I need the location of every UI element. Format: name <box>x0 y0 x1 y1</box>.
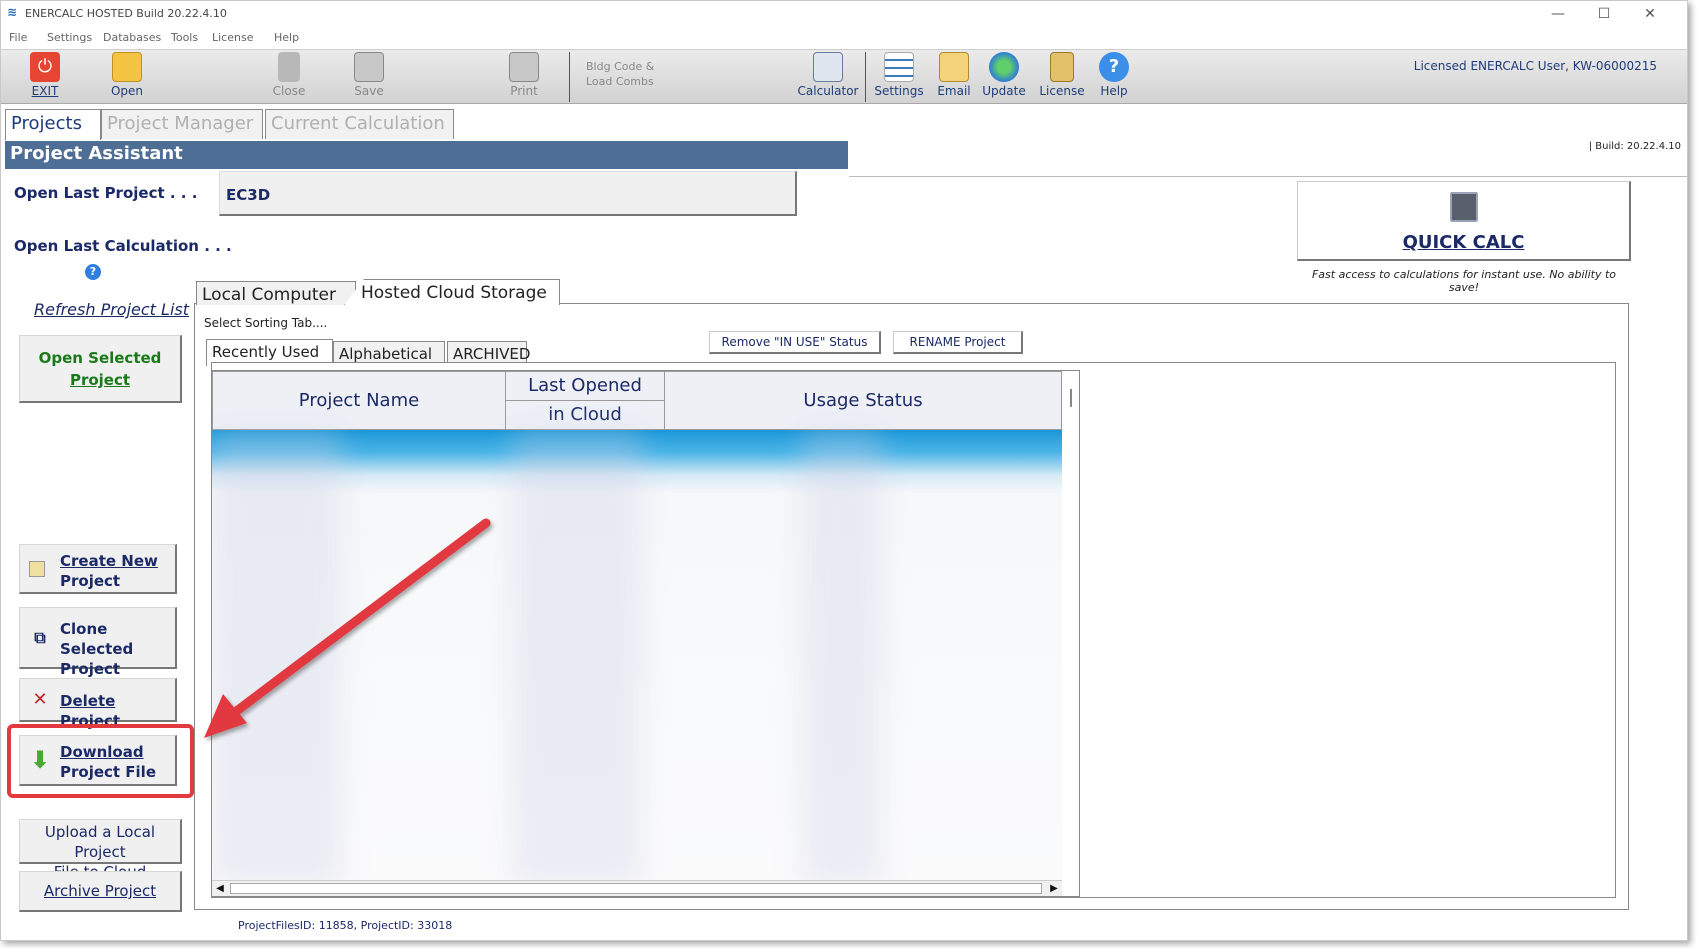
save-button[interactable]: Save <box>349 52 389 98</box>
license-status: Licensed ENERCALC User, KW-06000215 <box>1413 59 1657 73</box>
remove-in-use-button[interactable]: Remove "IN USE" Status <box>709 331 881 354</box>
update-button[interactable]: Update <box>981 52 1027 98</box>
tab-alphabetical[interactable]: Alphabetical <box>333 341 445 364</box>
main-tabs: Projects Project Manager Current Calcula… <box>1 107 1687 140</box>
print-button[interactable]: Print <box>504 52 544 98</box>
scroll-right-icon[interactable]: ▶ <box>1046 881 1062 896</box>
enercalc-logo-icon: ≋ <box>7 5 18 19</box>
last-project-button[interactable]: EC3D <box>219 171 797 216</box>
open-folder-icon <box>112 52 142 82</box>
build-label: | Build: 20.22.4.10 <box>849 141 1687 177</box>
calculator-icon <box>1450 192 1478 222</box>
title-bar: ≋ ENERCALC HOSTED Build 20.22.4.10 — ☐ ✕ <box>1 1 1687 27</box>
delete-x-icon: ✕ <box>32 688 48 710</box>
project-ids: ProjectFilesID: 11858, ProjectID: 33018 <box>238 919 453 932</box>
menu-databases[interactable]: Databases <box>103 31 161 44</box>
menu-tools[interactable]: Tools <box>171 31 198 44</box>
project-assistant-header: Project Assistant <box>5 141 848 169</box>
exit-button[interactable]: ⏻ EXIT <box>25 52 65 98</box>
calculator-icon <box>813 52 843 82</box>
window-title: ENERCALC HOSTED Build 20.22.4.10 <box>25 7 227 20</box>
sorting-label: Select Sorting Tab.... <box>204 316 328 330</box>
power-icon: ⏻ <box>30 52 60 82</box>
tab-current-calculation[interactable]: Current Calculation <box>265 109 454 139</box>
tab-hosted-cloud-storage[interactable]: Hosted Cloud Storage <box>344 279 560 305</box>
settings-button[interactable]: Settings <box>874 52 924 98</box>
menu-file[interactable]: File <box>9 31 27 44</box>
quick-calc-note: Fast access to calculations for instant … <box>1311 268 1617 294</box>
email-button[interactable]: Email <box>934 52 974 98</box>
copy-icon: ⧉ <box>34 627 46 647</box>
upload-local-project-button[interactable]: Upload a Local Project File to Cloud <box>19 819 182 881</box>
toolbar-divider-2 <box>865 52 866 102</box>
menu-bar: File Settings Databases Tools License He… <box>1 27 1687 49</box>
col-last-opened[interactable]: Last Opened <box>505 371 665 401</box>
refresh-project-list-link[interactable]: Refresh Project List <box>34 300 189 319</box>
open-last-project-label: Open Last Project . . . <box>14 184 198 202</box>
delete-project-button[interactable]: ✕ Delete Project <box>19 678 177 730</box>
close-door-icon <box>278 52 300 82</box>
menu-help[interactable]: Help <box>274 31 299 44</box>
app-window: ≋ ENERCALC HOSTED Build 20.22.4.10 — ☐ ✕… <box>0 0 1688 941</box>
tab-archived[interactable]: ARCHIVED <box>447 341 530 364</box>
open-last-calc-label: Open Last Calculation . . . <box>14 237 232 255</box>
col-last-opened-sub: in Cloud <box>505 400 665 430</box>
new-project-icon <box>29 560 45 577</box>
tab-local-computer[interactable]: Local Computer <box>196 281 356 305</box>
menu-license[interactable]: License <box>212 31 253 44</box>
license-button[interactable]: License <box>1038 52 1086 98</box>
globe-icon <box>989 52 1019 82</box>
open-button[interactable]: Open <box>105 52 149 98</box>
tab-projects[interactable]: Projects <box>5 109 101 140</box>
projects-grid[interactable]: Project Name Last Opened in Cloud Usage … <box>211 370 1080 897</box>
archive-project-button[interactable]: Archive Project <box>19 871 182 912</box>
info-help-icon[interactable]: ? <box>85 264 101 280</box>
bldg-code-button[interactable]: Bldg Code & Load Combs <box>586 59 666 89</box>
tab-project-manager[interactable]: Project Manager <box>101 109 263 139</box>
maximize-button[interactable]: ☐ <box>1585 3 1623 25</box>
keys-icon <box>1050 52 1074 82</box>
toolbar: ⏻ EXIT Open Close Save Print Bldg Code &… <box>1 49 1687 104</box>
help-button[interactable]: ? Help <box>1096 52 1132 98</box>
open-selected-project-button[interactable]: Open Selected Project <box>19 335 182 403</box>
clone-selected-project-button[interactable]: ⧉ Clone Selected Project <box>19 607 177 678</box>
menu-settings[interactable]: Settings <box>47 31 92 44</box>
calculator-button[interactable]: Calculator <box>795 52 861 98</box>
email-icon <box>939 52 969 82</box>
col-usage-status[interactable]: Usage Status <box>664 371 1062 430</box>
scroll-thumb[interactable] <box>230 883 1042 894</box>
printer-icon <box>509 52 539 82</box>
rename-project-button[interactable]: RENAME Project <box>893 331 1023 354</box>
col-project-name[interactable]: Project Name <box>212 371 506 430</box>
toolbar-divider <box>569 52 570 102</box>
blurred-project-rows <box>212 430 1062 885</box>
minimize-button[interactable]: — <box>1539 3 1577 25</box>
highlight-box <box>7 724 194 798</box>
create-new-project-button[interactable]: Create New Project <box>19 544 177 594</box>
settings-list-icon <box>884 52 914 82</box>
scroll-left-icon[interactable]: ◀ <box>212 881 228 896</box>
horizontal-scrollbar[interactable]: ◀ ▶ <box>212 880 1062 896</box>
close-button[interactable]: Close <box>267 52 311 98</box>
quick-calc-button[interactable]: QUICK CALC <box>1297 181 1631 261</box>
vertical-scroll-indicator[interactable] <box>1070 389 1072 407</box>
help-question-icon: ? <box>1099 52 1129 82</box>
close-window-button[interactable]: ✕ <box>1631 3 1669 25</box>
floppy-disk-icon <box>354 52 384 82</box>
